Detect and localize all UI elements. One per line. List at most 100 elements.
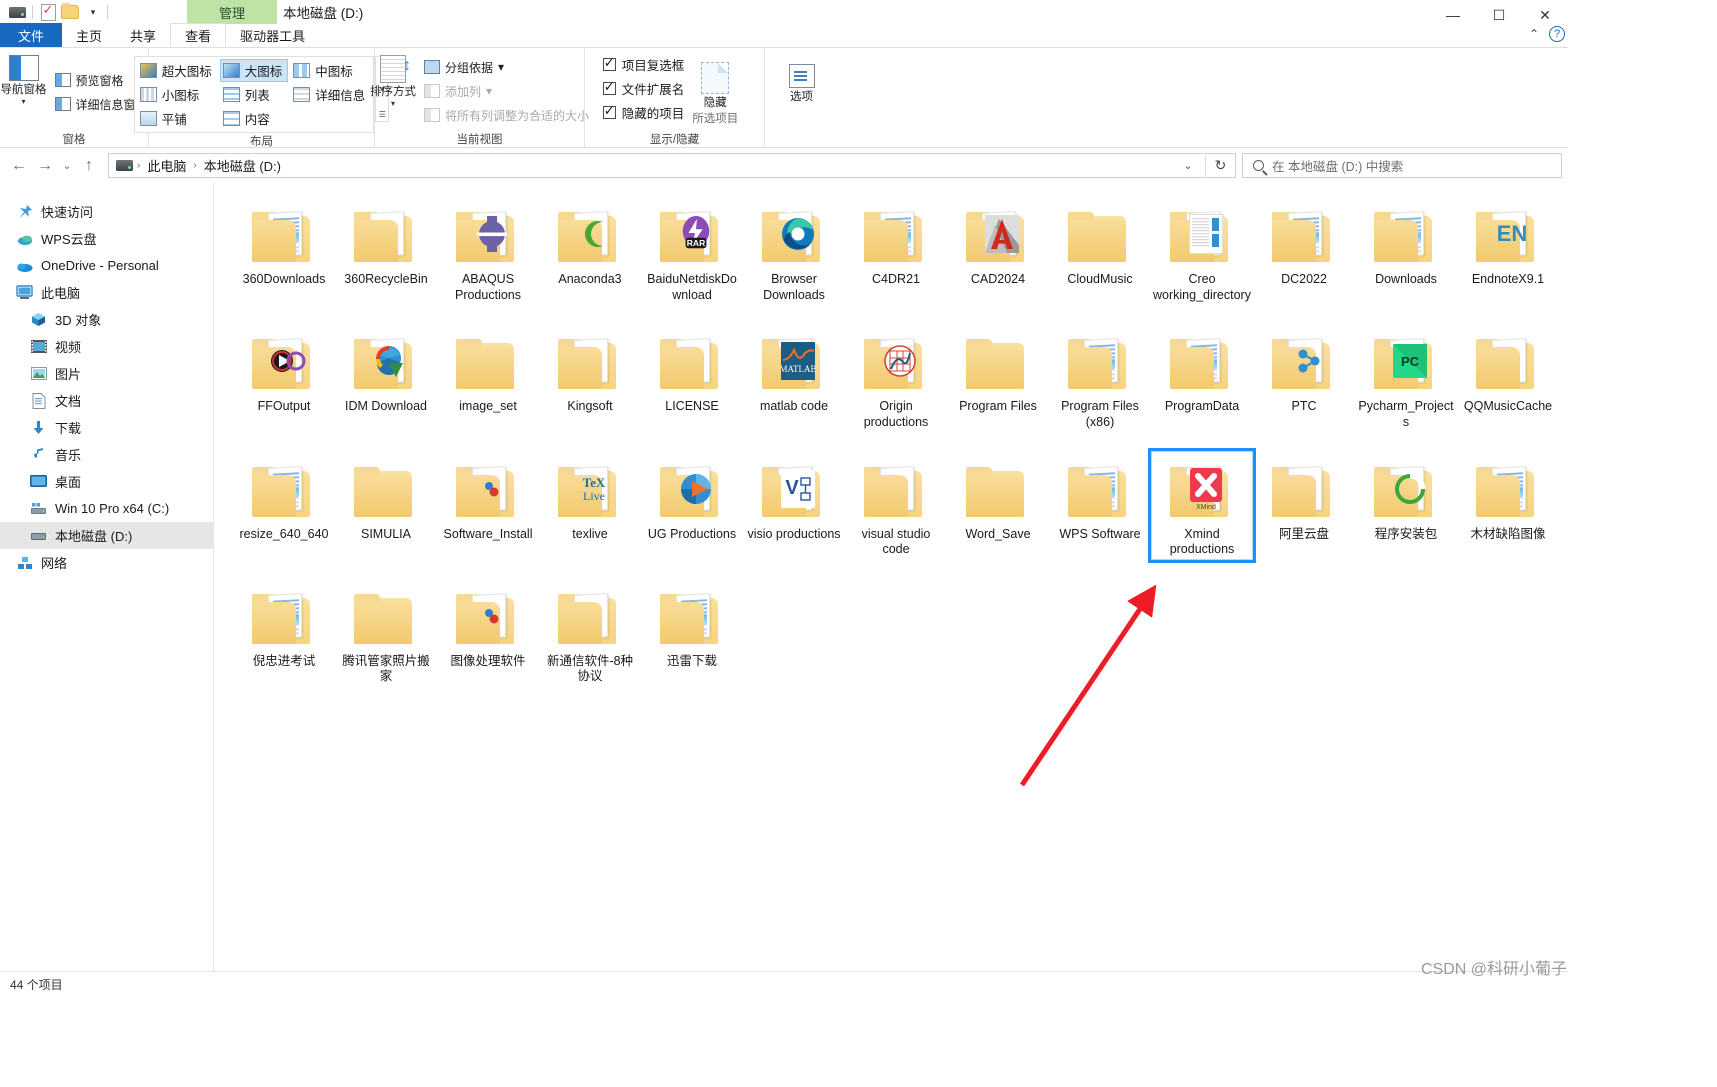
file-item[interactable]: Software_Install <box>437 451 539 560</box>
file-item[interactable]: CloudMusic <box>1049 196 1151 305</box>
file-item[interactable]: image_set <box>437 323 539 432</box>
file-item[interactable]: EN EndnoteX9.1 <box>1457 196 1559 305</box>
file-item[interactable]: 倪忠进考试 <box>233 578 335 687</box>
properties-icon[interactable] <box>37 1 59 23</box>
file-item[interactable]: PTC <box>1253 323 1355 432</box>
sidebar-item-6[interactable]: 图片 <box>0 360 213 387</box>
file-item[interactable]: 360Downloads <box>233 196 335 305</box>
file-item[interactable]: MATLAB matlab code <box>743 323 845 432</box>
view-tiles[interactable]: 平铺 <box>137 107 218 130</box>
breadcrumb[interactable]: › 此电脑 › 本地磁盘 (D:) ⌄ ↻ <box>108 153 1236 178</box>
sidebar-item-0[interactable]: 快速访问 <box>0 198 213 225</box>
checkbox-icon[interactable] <box>602 79 616 95</box>
file-item[interactable]: ABAQUS Productions <box>437 196 539 305</box>
options-button[interactable]: 选项 <box>775 62 829 104</box>
file-item[interactable]: Word_Save <box>947 451 1049 560</box>
hide-selected-items-button[interactable]: 隐藏 所选项目 <box>684 52 746 125</box>
file-item[interactable]: UG Productions <box>641 451 743 560</box>
sidebar-item-11[interactable]: Win 10 Pro x64 (C:) <box>0 495 213 522</box>
file-item[interactable]: resize_640_640 <box>233 451 335 560</box>
refresh-icon[interactable]: ↻ <box>1205 153 1235 178</box>
file-list-view[interactable]: 360Downloads 360RecycleBin ABAQUS Producti… <box>215 182 1568 971</box>
navigation-pane[interactable]: 快速访问 WPS云盘 OneDrive - Personal 此电脑 3D 对象 视频 图片… <box>0 182 214 971</box>
sidebar-item-12[interactable]: 本地磁盘 (D:) <box>0 522 213 549</box>
forward-button[interactable]: → <box>32 153 58 179</box>
sidebar-item-10[interactable]: 桌面 <box>0 468 213 495</box>
file-item[interactable]: 木材缺陷图像 <box>1457 451 1559 560</box>
file-item[interactable]: 腾讯管家照片搬家 <box>335 578 437 687</box>
sort-by-button[interactable]: 排序方式 ▾ <box>366 53 420 108</box>
file-item[interactable]: visual studio code <box>845 451 947 560</box>
file-item[interactable]: FFOutput <box>233 323 335 432</box>
file-item[interactable]: 迅雷下载 <box>641 578 743 687</box>
file-item[interactable]: 程序安装包 <box>1355 451 1457 560</box>
file-item[interactable]: PC Pycharm_Projects <box>1355 323 1457 432</box>
file-item[interactable]: ProgramData <box>1151 323 1253 432</box>
sidebar-item-5[interactable]: 视频 <box>0 333 213 360</box>
view-content[interactable]: 内容 <box>220 107 289 130</box>
checkbox-file-extensions[interactable]: 文件扩展名 <box>602 76 684 100</box>
collapse-ribbon-icon[interactable]: ⌃ <box>1529 27 1539 41</box>
sidebar-item-13[interactable]: 网络 <box>0 549 213 576</box>
tab-home[interactable]: 主页 <box>62 23 116 47</box>
checkbox-hidden-items[interactable]: 隐藏的项目 <box>602 100 684 124</box>
sidebar-item-3[interactable]: 此电脑 <box>0 279 213 306</box>
checkbox-icon[interactable] <box>602 55 616 71</box>
breadcrumb-this-pc[interactable]: 此电脑 <box>144 154 189 177</box>
chevron-down-icon[interactable]: ⌄ <box>1175 159 1201 172</box>
file-item[interactable]: IDM Download <box>335 323 437 432</box>
breadcrumb-local-disk-d[interactable]: 本地磁盘 (D:) <box>201 154 284 177</box>
size-all-columns-button[interactable]: 将所有列调整为合适的大小 <box>420 103 593 127</box>
back-button[interactable]: ← <box>6 153 32 179</box>
file-item[interactable]: CAD2024 <box>947 196 1049 305</box>
view-large-icons[interactable]: 大图标 <box>219 59 289 82</box>
file-item[interactable]: Browser Downloads <box>743 196 845 305</box>
file-item[interactable]: C4DR21 <box>845 196 947 305</box>
file-item[interactable]: Origin productions <box>845 323 947 432</box>
file-item[interactable]: QQMusicCache <box>1457 323 1559 432</box>
sidebar-item-8[interactable]: 下载 <box>0 414 213 441</box>
sidebar-item-1[interactable]: WPS云盘 <box>0 225 213 252</box>
file-item[interactable]: Vvisio productions <box>743 451 845 560</box>
sidebar-item-9[interactable]: 音乐 <box>0 441 213 468</box>
file-item[interactable]: Program Files <box>947 323 1049 432</box>
tab-file[interactable]: 文件 <box>0 23 63 47</box>
file-item[interactable]: 图像处理软件 <box>437 578 539 687</box>
help-icon[interactable]: ? <box>1549 26 1565 42</box>
file-item[interactable]: RAR BaiduNetdiskDownload <box>641 196 743 305</box>
file-item[interactable]: Program Files (x86) <box>1049 323 1151 432</box>
view-small-icons[interactable]: 小图标 <box>137 83 218 106</box>
file-item[interactable]: Creo working_directory <box>1151 196 1253 305</box>
file-item[interactable]: DC2022 <box>1253 196 1355 305</box>
file-item[interactable]: XMind Xmind productions <box>1148 447 1256 563</box>
view-list[interactable]: 列表 <box>220 83 289 106</box>
search-input[interactable]: 在 本地磁盘 (D:) 中搜索 <box>1242 153 1562 178</box>
contextual-tab-management[interactable]: 管理 <box>187 0 277 24</box>
navigation-pane-button[interactable]: 导航窗格 ▾ <box>0 53 51 106</box>
sidebar-item-2[interactable]: OneDrive - Personal <box>0 252 213 279</box>
tab-view[interactable]: 查看 <box>170 23 227 47</box>
recent-locations-button[interactable]: ⌄ <box>58 153 76 179</box>
tab-drive-tools[interactable]: 驱动器工具 <box>226 23 319 47</box>
customize-qat-caret-icon[interactable]: ▾ <box>81 1 103 23</box>
file-item[interactable]: WPS Software <box>1049 451 1151 560</box>
checkbox-icon[interactable] <box>602 103 616 119</box>
file-item[interactable]: 360RecycleBin <box>335 196 437 305</box>
new-folder-icon[interactable] <box>59 1 81 23</box>
file-item[interactable]: Anaconda3 <box>539 196 641 305</box>
add-columns-button[interactable]: 添加列 ▾ <box>420 79 593 103</box>
view-extra-large-icons[interactable]: 超大图标 <box>137 59 218 82</box>
tab-share[interactable]: 共享 <box>116 23 170 47</box>
sidebar-item-7[interactable]: 文档 <box>0 387 213 414</box>
file-item[interactable]: Downloads <box>1355 196 1457 305</box>
file-item[interactable]: SIMULIA <box>335 451 437 560</box>
file-item[interactable]: TeX Live texlive <box>539 451 641 560</box>
file-item[interactable]: Kingsoft <box>539 323 641 432</box>
file-item[interactable]: LICENSE <box>641 323 743 432</box>
file-item[interactable]: 新通信软件-8种协议 <box>539 578 641 687</box>
file-item[interactable]: 阿里云盘 <box>1253 451 1355 560</box>
sidebar-item-4[interactable]: 3D 对象 <box>0 306 213 333</box>
checkbox-item-checkboxes[interactable]: 项目复选框 <box>602 52 684 76</box>
group-by-button[interactable]: 分组依据 ▾ <box>420 55 593 79</box>
up-button[interactable]: ↑ <box>76 153 102 179</box>
